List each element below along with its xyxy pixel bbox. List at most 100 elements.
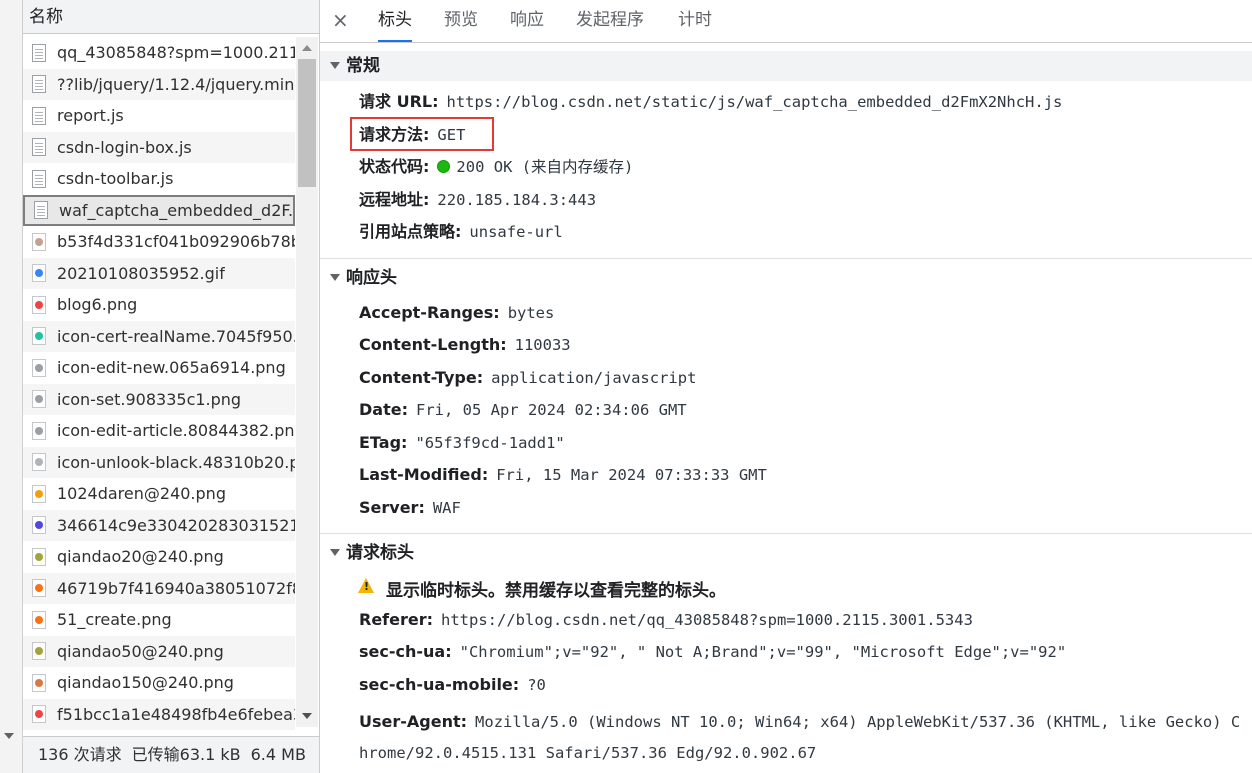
- header-value: https://blog.csdn.net/qq_43085848?spm=10…: [441, 611, 973, 629]
- request-name: icon-edit-article.80844382.png: [57, 421, 295, 441]
- section-response-headers[interactable]: 响应头: [320, 258, 1252, 296]
- request-row[interactable]: icon-cert-realName.7045f950.: [23, 320, 295, 352]
- tab-timing[interactable]: 计时: [678, 0, 712, 40]
- script-file-icon: [32, 43, 46, 62]
- script-file-icon: [32, 75, 46, 94]
- request-row[interactable]: blog6.png: [23, 289, 295, 321]
- header-sec-ch-ua-mobile: sec-ch-ua-mobile: ?0: [359, 674, 546, 696]
- expand-triangle-icon: [330, 549, 340, 556]
- response-header-row: Server: WAF: [359, 497, 461, 519]
- header-referrer-policy: 引用站点策略: unsafe-url: [359, 221, 563, 243]
- request-name: qiandao20@240.png: [57, 547, 224, 567]
- request-row[interactable]: ??lib/jquery/1.12.4/jquery.min: [23, 68, 295, 100]
- request-row[interactable]: 1024daren@240.png: [23, 478, 295, 510]
- image-file-icon: [32, 484, 46, 503]
- request-row[interactable]: csdn-toolbar.js: [23, 163, 295, 195]
- header-value: ?0: [527, 676, 546, 694]
- scrollbar-thumb[interactable]: [298, 59, 316, 187]
- request-detail-panel: × 标头 预览 响应 发起程序 计时 常规 请求 URL: https://blo…: [320, 0, 1252, 773]
- response-header-row: Date: Fri, 05 Apr 2024 02:34:06 GMT: [359, 399, 687, 421]
- image-file-icon: [32, 232, 46, 251]
- header-key: 状态代码:: [359, 157, 430, 176]
- request-name: report.js: [57, 106, 124, 126]
- header-key: sec-ch-ua:: [359, 642, 452, 661]
- header-value: GET: [437, 126, 466, 144]
- header-key: 引用站点策略:: [359, 222, 462, 241]
- header-key: Accept-Ranges:: [359, 303, 500, 322]
- tab-preview[interactable]: 预览: [444, 0, 478, 40]
- request-row[interactable]: f51bcc1a1e48498fb4e6febea3: [23, 698, 295, 730]
- request-row[interactable]: 346614c9e330420283031521f: [23, 509, 295, 541]
- image-file-icon: [32, 453, 46, 472]
- request-name: icon-cert-realName.7045f950.: [57, 326, 295, 346]
- request-row[interactable]: 46719b7f416940a38051072f8: [23, 572, 295, 604]
- header-key: 请求方法:: [359, 125, 430, 144]
- tab-headers[interactable]: 标头: [378, 0, 412, 42]
- image-file-icon: [32, 295, 46, 314]
- header-key: ETag:: [359, 433, 408, 452]
- resources-size: 6.4 MB: [250, 745, 306, 764]
- request-row[interactable]: qq_43085848?spm=1000.211.: [23, 37, 295, 69]
- header-value: unsafe-url: [469, 223, 563, 241]
- request-name: 346614c9e330420283031521f: [57, 515, 295, 535]
- tab-response[interactable]: 响应: [510, 0, 544, 40]
- image-file-icon: [32, 327, 46, 346]
- collapse-arrow-icon[interactable]: [4, 733, 14, 739]
- list-scrollbar[interactable]: [296, 37, 318, 727]
- request-row[interactable]: waf_captcha_embedded_d2F..: [23, 194, 295, 226]
- request-name: ??lib/jquery/1.12.4/jquery.min: [57, 74, 295, 94]
- header-value: Mozilla/5.0 (Windows NT 10.0; Win64; x64…: [359, 713, 1241, 762]
- close-icon[interactable]: ×: [332, 6, 349, 34]
- request-row[interactable]: report.js: [23, 100, 295, 132]
- image-file-icon: [32, 547, 46, 566]
- request-row[interactable]: 20210108035952.gif: [23, 257, 295, 289]
- response-header-row: Accept-Ranges: bytes: [359, 302, 554, 324]
- response-header-row: ETag: "65f3f9cd-1add1": [359, 432, 565, 454]
- expand-triangle-icon: [330, 274, 340, 281]
- name-column-header[interactable]: 名称: [23, 0, 319, 34]
- expand-triangle-icon: [330, 62, 340, 69]
- request-name: waf_captcha_embedded_d2F..: [59, 200, 293, 220]
- response-header-row: Last-Modified: Fri, 15 Mar 2024 07:33:33 …: [359, 464, 767, 486]
- header-value: 200 OK (来自内存缓存): [456, 158, 634, 176]
- header-key: User-Agent:: [359, 712, 468, 731]
- section-request-headers[interactable]: 请求标头: [320, 533, 1252, 571]
- request-row[interactable]: b53f4d331cf041b092906b78b: [23, 226, 295, 258]
- image-file-icon: [32, 642, 46, 661]
- image-file-icon: [32, 579, 46, 598]
- request-row[interactable]: icon-edit-article.80844382.png: [23, 415, 295, 447]
- request-row[interactable]: qiandao20@240.png: [23, 541, 295, 573]
- request-count: 136 次请求: [38, 745, 122, 764]
- header-key: Content-Type:: [359, 368, 484, 387]
- request-name: 51_create.png: [57, 610, 172, 630]
- request-name: csdn-login-box.js: [57, 137, 192, 157]
- script-file-icon: [32, 169, 46, 188]
- request-row[interactable]: icon-unlook-black.48310b20.p: [23, 446, 295, 478]
- scroll-up-icon[interactable]: [302, 45, 312, 51]
- script-file-icon: [34, 201, 48, 220]
- request-row[interactable]: 51_create.png: [23, 604, 295, 636]
- header-value: https://blog.csdn.net/static/js/waf_capt…: [446, 93, 1063, 111]
- image-file-icon: [32, 705, 46, 724]
- transferred-size: 已传输63.1 kB: [131, 745, 241, 764]
- status-ok-icon: [437, 160, 451, 173]
- request-row[interactable]: icon-set.908335c1.png: [23, 383, 295, 415]
- header-key: sec-ch-ua-mobile:: [359, 675, 520, 694]
- request-row[interactable]: csdn-login-box.js: [23, 131, 295, 163]
- request-name: icon-edit-new.065a6914.png: [57, 358, 286, 378]
- image-file-icon: [32, 610, 46, 629]
- request-row[interactable]: icon-edit-new.065a6914.png: [23, 352, 295, 384]
- request-name: 46719b7f416940a38051072f8: [57, 578, 295, 598]
- request-row[interactable]: qiandao50@240.png: [23, 635, 295, 667]
- request-row[interactable]: qiandao150@240.png: [23, 667, 295, 699]
- header-value: Fri, 05 Apr 2024 02:34:06 GMT: [415, 401, 687, 419]
- header-value: bytes: [507, 304, 555, 322]
- section-general[interactable]: 常规: [320, 51, 1252, 81]
- scroll-down-icon[interactable]: [302, 713, 312, 719]
- header-key: Date:: [359, 400, 408, 419]
- header-value: WAF: [432, 499, 461, 517]
- response-header-row: Content-Type: application/javascript: [359, 367, 696, 389]
- header-remote-address: 远程地址: 220.185.184.3:443: [359, 189, 596, 211]
- image-file-icon: [32, 673, 46, 692]
- tab-initiator[interactable]: 发起程序: [576, 0, 644, 40]
